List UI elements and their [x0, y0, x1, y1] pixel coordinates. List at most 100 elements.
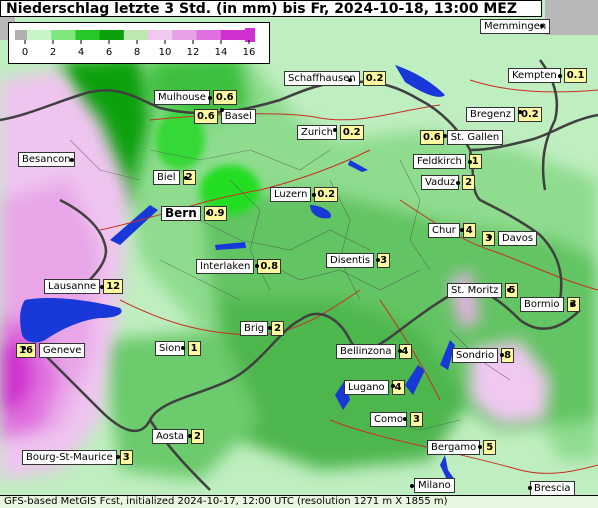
no-data-area [545, 0, 598, 35]
station-label: Brescia [530, 481, 575, 496]
station-label: 0.6 Basel [194, 109, 256, 124]
station-name: Bourg-St-Maurice [22, 450, 117, 465]
legend-max-swatch [245, 28, 255, 42]
station-marker [460, 228, 464, 232]
station-name: Vaduz [421, 175, 460, 190]
legend-tick-label: 10 [159, 47, 172, 58]
color-legend: 0 2 4 6 8 10 12 14 16 [8, 22, 270, 64]
station-name: Interlaken [196, 259, 255, 274]
station-value: 2 [191, 429, 205, 444]
station-marker [220, 108, 224, 112]
station-name: Lausanne [44, 279, 101, 294]
station-name: Geneve [38, 343, 86, 358]
station-marker [398, 349, 402, 353]
legend-tick-label: 16 [243, 47, 256, 58]
legend-tick-label: 2 [50, 47, 56, 58]
station-marker [268, 326, 272, 330]
station-marker [507, 288, 511, 292]
legend-nodata-swatch [15, 30, 27, 40]
station-label: Luzern 0.2 [270, 187, 339, 202]
legend-tick-label: 14 [215, 47, 228, 58]
station-label: Mulhouse 0.6 [154, 90, 237, 105]
station-marker [100, 285, 104, 289]
station-value: 3 [409, 412, 423, 427]
station-label: Aosta 2 [152, 429, 205, 444]
station-name: Bellinzona [336, 344, 396, 359]
station-name: Luzern [270, 187, 312, 202]
station-name: St. Gallen [446, 130, 504, 145]
legend-swatch [27, 30, 52, 40]
station-marker [333, 128, 337, 132]
legend-swatch [172, 30, 198, 40]
legend-tick-label: 0 [22, 47, 28, 58]
station-marker [181, 346, 185, 350]
station-marker [391, 384, 395, 388]
station-label: Brig 2 [240, 321, 285, 336]
station-marker [348, 78, 352, 82]
station-value: 5 [483, 440, 497, 455]
station-label: Vaduz 2 [421, 175, 476, 190]
station-marker [376, 258, 380, 262]
station-label: Zurich 0.2 [297, 125, 364, 140]
station-label: Como 3 [370, 412, 423, 427]
station-marker [540, 24, 544, 28]
station-value: 0.6 [212, 90, 237, 105]
station-name: Chur [428, 223, 460, 238]
station-marker [312, 193, 316, 197]
station-value: 0.1 [563, 68, 588, 83]
station-marker [208, 96, 212, 100]
legend-swatch [75, 30, 101, 40]
station-value: 2 [462, 175, 476, 190]
station-marker [255, 264, 259, 268]
station-name: Mulhouse [154, 90, 210, 105]
station-label: Kempten 0.1 [508, 68, 588, 83]
station-label: 0.6 St. Gallen [420, 130, 504, 145]
station-value: 3 [119, 450, 133, 465]
station-value: 0.2 [339, 125, 364, 140]
station-marker [410, 484, 414, 488]
station-label: Sion 1 [155, 341, 201, 356]
station-value: 0.2 [314, 187, 339, 202]
station-marker [116, 455, 120, 459]
station-label: Bregenz 0.2 [466, 107, 542, 122]
station-name: Bregenz [466, 107, 515, 122]
station-value: 0.8 [257, 259, 282, 274]
station-name: Biel [153, 170, 180, 185]
station-label: Bergamo 5 [427, 440, 497, 455]
station-value: 1 [187, 341, 201, 356]
station-name: Brig [240, 321, 269, 336]
station-marker [488, 235, 492, 239]
station-label: Schaffhausen 0.2 [284, 71, 387, 86]
station-name: Bormio [520, 297, 564, 312]
station-name: Besancon [18, 152, 75, 167]
station-name: Zurich [297, 125, 337, 140]
station-name: St. Moritz [447, 283, 503, 298]
legend-swatch [123, 30, 149, 40]
legend-scale: 0 2 4 6 8 10 12 14 16 [15, 28, 256, 58]
legend-tick-label: 6 [106, 47, 112, 58]
station-marker [206, 211, 210, 215]
legend-tick-label: 4 [78, 47, 84, 58]
station-marker [22, 346, 26, 350]
station-value: 2 [271, 321, 285, 336]
station-label: 16 Geneve [16, 343, 86, 358]
station-marker [528, 486, 532, 490]
legend-swatch [99, 30, 125, 40]
station-value: 0.2 [362, 71, 387, 86]
station-label: Bern 0.9 [161, 206, 228, 221]
legend-swatch [220, 30, 246, 40]
station-name: Basel [220, 109, 256, 124]
station-marker [570, 302, 574, 306]
legend-tick-label: 12 [187, 47, 200, 58]
station-value: 4 [462, 223, 476, 238]
legend-swatch [196, 30, 222, 40]
station-marker [500, 353, 504, 357]
station-name: Lugano [344, 380, 389, 395]
station-name: Milano [414, 478, 455, 493]
station-name: Brescia [530, 481, 575, 496]
station-name: Sondrio [452, 348, 499, 363]
map-title: Niederschlag letzte 3 Std. (in mm) bis F… [0, 0, 542, 17]
legend-swatch [51, 30, 76, 40]
station-marker [403, 417, 407, 421]
station-marker [468, 160, 472, 164]
